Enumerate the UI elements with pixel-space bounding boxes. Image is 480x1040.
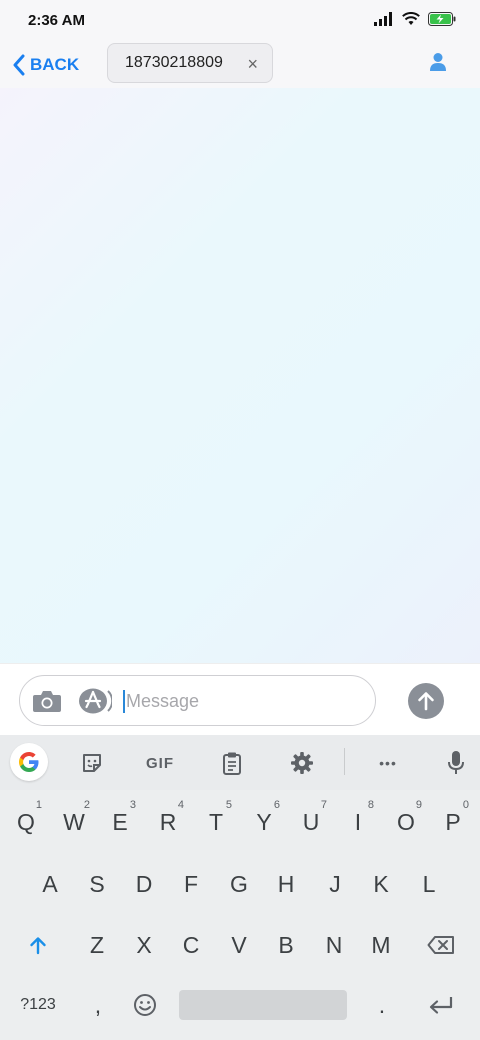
key-i[interactable]: I8 bbox=[334, 793, 382, 851]
key-b[interactable]: B bbox=[262, 916, 310, 974]
remove-recipient-icon[interactable]: × bbox=[247, 54, 258, 75]
text-cursor bbox=[123, 690, 125, 713]
key-v[interactable]: V bbox=[215, 916, 263, 974]
enter-arrow-icon bbox=[429, 997, 453, 1014]
key-o[interactable]: O9 bbox=[382, 793, 430, 851]
gif-label: GIF bbox=[146, 754, 174, 772]
key-d[interactable]: D bbox=[120, 855, 168, 913]
key-x[interactable]: X bbox=[120, 916, 168, 974]
nav-bar: BACK 18730218809 × bbox=[0, 42, 480, 88]
arrow-up-icon bbox=[418, 692, 434, 711]
key-j[interactable]: J bbox=[311, 855, 359, 913]
key-q[interactable]: Q1 bbox=[2, 793, 50, 851]
toolbar-divider bbox=[344, 748, 345, 775]
key-c[interactable]: C bbox=[167, 916, 215, 974]
send-button[interactable] bbox=[408, 683, 444, 719]
signal-icon bbox=[374, 12, 392, 26]
backspace-key[interactable] bbox=[417, 916, 465, 974]
key-a[interactable]: A bbox=[26, 855, 74, 913]
recipient-number: 18730218809 bbox=[125, 54, 223, 71]
key-r[interactable]: R4 bbox=[144, 793, 192, 851]
key-u[interactable]: U7 bbox=[287, 793, 335, 851]
space-key[interactable] bbox=[179, 990, 347, 1020]
key-k[interactable]: K bbox=[357, 855, 405, 913]
key-m[interactable]: M bbox=[357, 916, 405, 974]
key-e[interactable]: E3 bbox=[96, 793, 144, 851]
key-p[interactable]: P0 bbox=[429, 793, 477, 851]
backspace-icon bbox=[427, 936, 454, 954]
emoji-icon bbox=[134, 994, 156, 1016]
status-bar: 2:36 AM bbox=[0, 0, 480, 42]
key-f[interactable]: F bbox=[167, 855, 215, 913]
emoji-key[interactable] bbox=[121, 976, 169, 1034]
google-icon bbox=[19, 752, 39, 772]
key-w[interactable]: W2 bbox=[50, 793, 98, 851]
camera-icon bbox=[33, 691, 61, 712]
voice-input-button[interactable] bbox=[442, 749, 470, 777]
contact-button[interactable] bbox=[430, 52, 446, 77]
key-z[interactable]: Z bbox=[73, 916, 121, 974]
key-l[interactable]: L bbox=[405, 855, 453, 913]
shift-arrow-icon bbox=[30, 937, 46, 955]
app-store-button[interactable] bbox=[78, 687, 114, 720]
microphone-icon bbox=[448, 751, 464, 774]
shift-key[interactable] bbox=[14, 916, 62, 974]
key-s[interactable]: S bbox=[73, 855, 121, 913]
comma-key[interactable]: , bbox=[74, 976, 122, 1034]
google-search-button[interactable] bbox=[10, 743, 48, 781]
key-t[interactable]: T5 bbox=[192, 793, 240, 851]
status-icons bbox=[374, 12, 456, 26]
back-label: BACK bbox=[30, 55, 80, 74]
clipboard-icon bbox=[223, 752, 241, 775]
gif-button[interactable]: GIF bbox=[140, 749, 180, 777]
sticker-icon bbox=[83, 754, 101, 772]
keyboard-toolbar: GIF ••• bbox=[0, 735, 480, 790]
compose-field[interactable] bbox=[19, 675, 376, 726]
battery-charging-icon bbox=[428, 12, 456, 26]
more-button[interactable]: ••• bbox=[372, 749, 404, 777]
back-button[interactable]: BACK bbox=[12, 50, 79, 80]
period-key[interactable]: . bbox=[358, 976, 406, 1034]
key-g[interactable]: G bbox=[215, 855, 263, 913]
status-time: 2:36 AM bbox=[28, 12, 85, 29]
wifi-icon bbox=[402, 12, 420, 25]
key-h[interactable]: H bbox=[262, 855, 310, 913]
chevron-left-icon bbox=[13, 54, 25, 76]
sticker-button[interactable] bbox=[78, 749, 106, 777]
app-store-icon bbox=[79, 688, 114, 714]
enter-key[interactable] bbox=[417, 976, 465, 1034]
camera-button[interactable] bbox=[32, 689, 62, 718]
keyboard: GIF ••• Q 1 W 2 E 3 R 4 T 5 Y 6 U 7 I 8 … bbox=[0, 735, 480, 1040]
recipient-chip[interactable]: 18730218809 × bbox=[107, 43, 273, 83]
conversation-area bbox=[0, 88, 480, 663]
settings-button[interactable] bbox=[288, 749, 316, 777]
key-y[interactable]: Y6 bbox=[240, 793, 288, 851]
message-input[interactable] bbox=[126, 686, 356, 716]
symbols-key[interactable]: ?123 bbox=[14, 976, 62, 1034]
compose-bar bbox=[0, 663, 480, 735]
key-n[interactable]: N bbox=[310, 916, 358, 974]
clipboard-button[interactable] bbox=[218, 749, 246, 777]
gear-icon bbox=[291, 752, 313, 774]
person-icon bbox=[430, 53, 446, 71]
